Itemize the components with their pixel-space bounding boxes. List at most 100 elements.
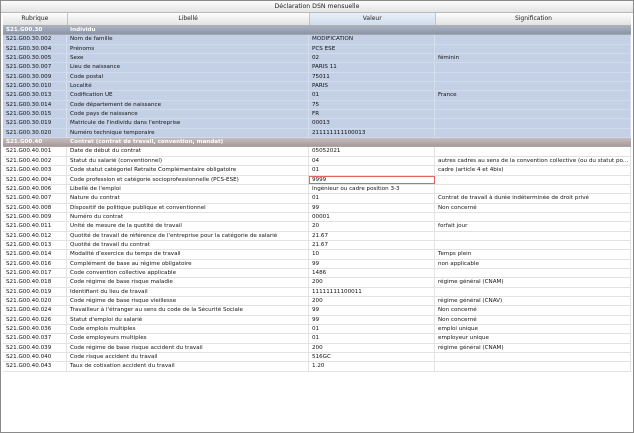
table-row[interactable]: S21.G00.40.016 Complément de base au régi… — [3, 259, 631, 269]
column-header-signification[interactable]: Signification — [436, 13, 631, 25]
rubrique-cell: S21.G00.30.004 — [3, 44, 67, 54]
table-row[interactable]: S21.G00.40.001 Date de début du contrat 05… — [3, 147, 631, 157]
valeur-cell[interactable]: 75 — [309, 100, 435, 110]
signification-cell — [435, 147, 631, 156]
valeur-cell[interactable]: 99 — [309, 203, 435, 212]
valeur-cell[interactable]: 10 — [309, 250, 435, 259]
table-row[interactable]: S21.G00.40.020 Code régime de base risque… — [3, 296, 631, 307]
valeur-cell[interactable]: 01 — [309, 325, 435, 334]
valeur-cell[interactable]: 21.67 — [309, 231, 435, 240]
valeur-cell[interactable]: 99 — [309, 315, 435, 324]
rubrique-cell: S21.G00.40.040 — [3, 353, 67, 362]
table-row[interactable]: S21.G00.30.009 Code postal 75011 — [3, 72, 631, 83]
valeur-cell[interactable]: 00013 — [309, 119, 435, 128]
rubrique-cell: S21.G00.40.019 — [3, 287, 67, 296]
table-row[interactable]: S21.G00.40.011 Unité de mesure de la quot… — [3, 222, 631, 232]
section-header-row[interactable]: S21.G00.30 Individu — [3, 26, 631, 36]
table-row[interactable]: S21.G00.30.007 Lieu de naissance PARIS 11 — [3, 63, 631, 73]
table-row[interactable]: S21.G00.40.018 Code régime de base risque… — [3, 278, 631, 288]
valeur-cell[interactable]: PCS ESE — [309, 44, 435, 54]
valeur-cell[interactable]: 9999 — [309, 175, 435, 184]
table-row[interactable]: S21.G00.40.039 Code régime de base risque… — [3, 343, 631, 354]
table-row[interactable]: S21.G00.30.015 Code pays de naissance FR — [3, 110, 631, 120]
table-row[interactable]: S21.G00.40.004 Code profession et catégor… — [3, 175, 631, 185]
signification-cell: Non concerné — [435, 306, 631, 315]
libelle-cell: Code profession et catégorie socioprofes… — [67, 175, 309, 184]
table-row[interactable]: S21.G00.40.037 Code employeurs multiples 0… — [3, 334, 631, 344]
valeur-cell[interactable]: 200 — [309, 296, 435, 306]
valeur-cell[interactable]: PARIS 11 — [309, 63, 435, 72]
valeur-cell[interactable]: 20 — [309, 222, 435, 231]
table-row[interactable]: S21.G00.40.008 Dispositif de politique pu… — [3, 203, 631, 213]
valeur-cell[interactable]: 02 — [309, 54, 435, 63]
signification-cell — [435, 268, 631, 278]
table-row[interactable]: S21.G00.30.020 Numéro technique temporair… — [3, 128, 631, 139]
table-row[interactable]: S21.G00.30.013 Codification UE 01 France — [3, 91, 631, 101]
table-row[interactable]: S21.G00.30.010 Localité PARIS — [3, 82, 631, 92]
valeur-cell[interactable]: 1.20 — [309, 362, 435, 371]
valeur-cell[interactable]: 01 — [309, 194, 435, 203]
signification-cell — [435, 82, 631, 91]
valeur-cell[interactable]: 1486 — [309, 268, 435, 278]
libelle-cell: Codification UE — [67, 91, 309, 100]
table-row[interactable]: S21.G00.40.002 Statut du salarié (convent… — [3, 156, 631, 167]
valeur-cell[interactable]: MODIFICATION — [309, 35, 435, 44]
table-row[interactable]: S21.G00.30.002 Nom de famille MODIFICATION — [3, 35, 631, 45]
rubrique-cell: S21.G00.40.009 — [3, 212, 67, 222]
valeur-cell[interactable]: 01 — [309, 91, 435, 100]
table-row[interactable]: S21.G00.40.013 Quotité de travail du cont… — [3, 240, 631, 251]
table-row[interactable]: S21.G00.40.009 Numéro du contrat 00001 — [3, 212, 631, 223]
rubrique-cell: S21.G00.30 — [6, 27, 43, 33]
signification-cell — [435, 72, 631, 82]
valeur-cell[interactable]: 200 — [309, 343, 435, 353]
table-row[interactable]: S21.G00.40.006 Libellé de l'emploi Ingénie… — [3, 184, 631, 195]
valeur-cell[interactable]: 00001 — [309, 212, 435, 222]
table-row[interactable]: S21.G00.30.019 Matricule de l'individu da… — [3, 119, 631, 129]
table-row[interactable]: S21.G00.40.014 Modalité d'exercice du tem… — [3, 250, 631, 260]
column-header-rubrique[interactable]: Rubrique — [3, 13, 68, 25]
valeur-cell[interactable]: 04 — [309, 156, 435, 166]
valeur-cell[interactable]: 05052021 — [309, 147, 435, 156]
table-row[interactable]: S21.G00.40.036 Code emplois multiples 01 em… — [3, 325, 631, 335]
column-header-libelle[interactable]: Libellé — [68, 13, 310, 25]
valeur-cell[interactable]: 21.67 — [309, 240, 435, 250]
table-row[interactable]: S21.G00.40.024 Travailleur à l'étranger a… — [3, 306, 631, 316]
valeur-cell[interactable]: Ingénieur ou cadre position 3-3 — [309, 184, 435, 194]
rubrique-cell: S21.G00.30.005 — [3, 54, 67, 63]
valeur-cell[interactable]: 75011 — [309, 72, 435, 82]
libelle-cell: Quotité de travail de référence de l'ent… — [67, 231, 309, 240]
table-row[interactable]: S21.G00.40.007 Nature du contrat 01 Contrat… — [3, 194, 631, 204]
table-row[interactable]: S21.G00.30.014 Code département de naissa… — [3, 100, 631, 111]
valeur-cell[interactable]: 211111111100013 — [309, 128, 435, 138]
table-row[interactable]: S21.G00.40.040 Code risque accident du tr… — [3, 353, 631, 363]
table-body: S21.G00.30 Individu S21.G00.30.002 Nom de f… — [3, 26, 631, 372]
libelle-cell: Individu — [70, 27, 96, 33]
column-header-valeur[interactable]: Valeur — [309, 13, 436, 25]
valeur-cell[interactable]: 200 — [309, 278, 435, 287]
valeur-cell[interactable]: 11111111100011 — [309, 287, 435, 296]
libelle-cell: Date de début du contrat — [67, 147, 309, 156]
rubrique-cell: S21.G00.30.014 — [3, 100, 67, 110]
libelle-cell: Prénoms — [67, 44, 309, 54]
libelle-cell: Contrat (contrat de travail, convention,… — [70, 139, 224, 146]
table-row[interactable]: S21.G00.40.026 Statut d'emploi du salarié… — [3, 315, 631, 325]
table-row[interactable]: S21.G00.40.043 Taux de cotisation acciden… — [3, 362, 631, 372]
table-row[interactable]: S21.G00.40.012 Quotité de travail de réfé… — [3, 231, 631, 241]
valeur-cell[interactable]: 99 — [309, 259, 435, 268]
valeur-cell[interactable]: 01 — [309, 166, 435, 175]
valeur-cell[interactable]: PARIS — [309, 82, 435, 91]
section-header-row[interactable]: S21.G00.40 Contrat (contrat de travail, c… — [3, 138, 631, 148]
valeur-cell[interactable]: 516GC — [309, 353, 435, 362]
table-row[interactable]: S21.G00.30.004 Prénoms PCS ESE — [3, 44, 631, 55]
valeur-cell[interactable]: 99 — [309, 306, 435, 315]
libelle-cell: Localité — [67, 82, 309, 91]
table-row[interactable]: S21.G00.30.005 Sexe 02 féminin — [3, 54, 631, 64]
valeur-cell[interactable]: FR — [309, 110, 435, 119]
table-row[interactable]: S21.G00.40.019 Identifiant du lieu de tra… — [3, 287, 631, 297]
valeur-cell[interactable]: 01 — [309, 334, 435, 343]
libelle-cell: Statut d'emploi du salarié — [67, 315, 309, 324]
table-header: Rubrique Libellé Valeur Signification — [3, 13, 631, 26]
rubrique-cell: S21.G00.30.010 — [3, 82, 67, 91]
table-row[interactable]: S21.G00.40.017 Code convention collective… — [3, 268, 631, 279]
table-row[interactable]: S21.G00.40.003 Code statut catégoriel Ret… — [3, 166, 631, 176]
